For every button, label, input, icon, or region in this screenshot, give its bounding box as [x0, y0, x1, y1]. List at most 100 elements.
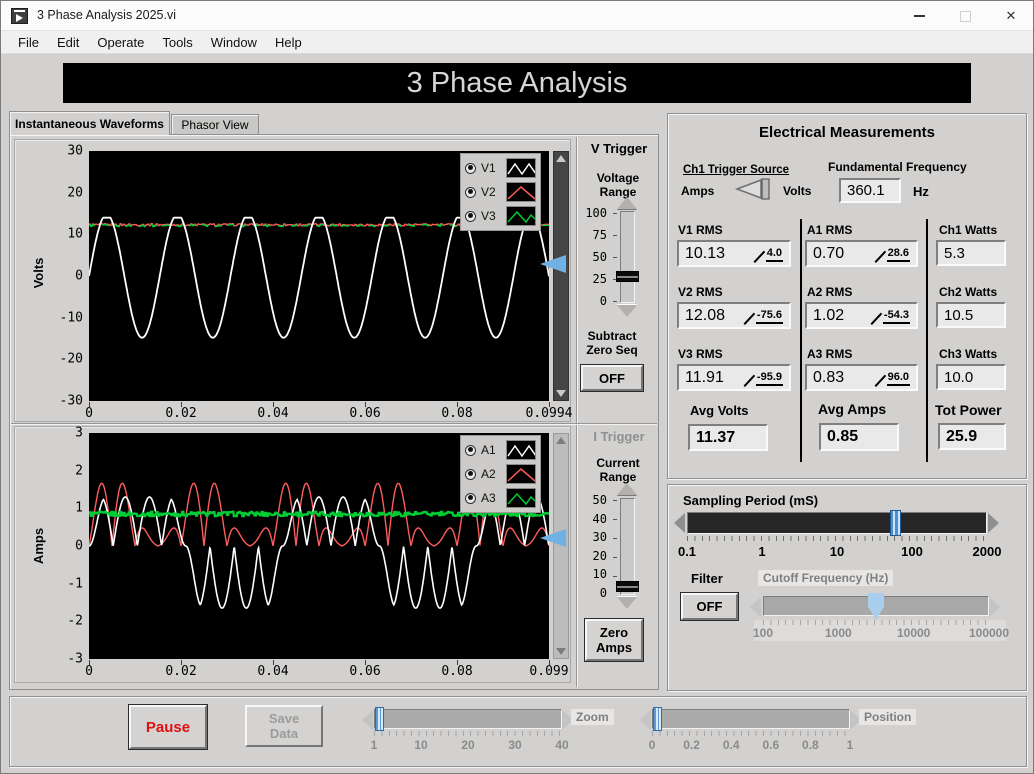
current-range-label: Current Range [596, 456, 640, 484]
cutoff-increment-icon[interactable] [989, 597, 1000, 617]
plot-visibility-radio-icon[interactable] [465, 492, 476, 504]
scale-label: -2 [67, 613, 83, 629]
menu-help[interactable]: Help [266, 31, 311, 53]
plot-visibility-radio-icon[interactable] [465, 444, 476, 456]
v3-rms-label: V3 RMS [678, 347, 723, 361]
scroll-up-icon [556, 155, 566, 162]
menubar: File Edit Operate Tools Window Help [1, 31, 1033, 54]
voltage-range-slider-handle[interactable] [616, 271, 639, 282]
legend-item-V2[interactable]: V2 [465, 181, 536, 203]
zoom-slider[interactable] [374, 709, 562, 729]
current-chart-scrollbar[interactable] [553, 433, 569, 659]
current-range-slider-handle[interactable] [616, 581, 639, 592]
legend-item-A2[interactable]: A2 [465, 463, 536, 485]
trigger-source-amps-option: Amps [681, 184, 715, 198]
menu-file[interactable]: File [9, 31, 48, 53]
v1-phase-angle: 4.0 [755, 246, 783, 262]
tab-instantaneous-waveforms[interactable]: Instantaneous Waveforms [9, 111, 170, 135]
legend-item-A1[interactable]: A1 [465, 439, 536, 461]
tot-power-label: Tot Power [935, 402, 1002, 418]
pause-button[interactable]: Pause [129, 705, 207, 749]
cutoff-frequency-label: Cutoff Frequency (Hz) [758, 570, 894, 586]
scale-label: 1 [370, 738, 378, 752]
zoom-slider-handle[interactable] [375, 707, 384, 731]
plot-visibility-radio-icon[interactable] [465, 186, 476, 198]
menu-operate[interactable]: Operate [88, 31, 153, 53]
subtract-zero-seq-label: Subtract Zero Seq [586, 329, 638, 357]
scale-label: 30 [592, 530, 607, 545]
subtract-zero-seq-button[interactable]: OFF [581, 365, 643, 391]
a1-rms-value: 0.70 28.6 [805, 240, 918, 267]
scale-label: 10 [67, 226, 83, 242]
sampling-period-slider[interactable] [687, 512, 987, 534]
current-range-increment-icon[interactable] [617, 483, 637, 495]
cutoff-decrement-icon[interactable] [750, 597, 761, 617]
scale-label: 1 [846, 738, 854, 752]
menu-tools[interactable]: Tools [153, 31, 201, 53]
scale-label: 100000 [968, 626, 1010, 640]
voltage-range-increment-icon[interactable] [617, 197, 637, 209]
zero-amps-button[interactable]: Zero Amps [585, 619, 643, 661]
scale-label: 0.06 [349, 406, 381, 421]
plot-visibility-radio-icon[interactable] [465, 210, 476, 222]
zoom-decrement-icon[interactable] [362, 710, 373, 730]
angle-icon [745, 311, 756, 324]
voltage-x-axis-scale: 0 0.02 0.04 0.06 0.08 0.0994 [85, 406, 572, 422]
scroll-down-icon [556, 390, 566, 397]
position-tick-marks [652, 731, 850, 736]
tab-phasor-view[interactable]: Phasor View [171, 114, 259, 135]
legend-label: A1 [481, 443, 496, 457]
legend-line-sample [506, 464, 536, 484]
current-range-decrement-icon[interactable] [617, 597, 637, 609]
ch2-watts-value: 10.5 [936, 302, 1006, 328]
close-button[interactable]: ✕ [988, 1, 1033, 31]
legend-item-A3[interactable]: A3 [465, 487, 536, 509]
a3-phase-angle: 96.0 [876, 370, 910, 386]
scale-label: 1 [75, 500, 83, 516]
plot-visibility-radio-icon[interactable] [465, 162, 476, 174]
position-slider-handle[interactable] [653, 707, 662, 731]
sampling-slider-handle[interactable] [890, 510, 901, 536]
voltage-range-decrement-icon[interactable] [617, 305, 637, 317]
labview-app-icon [11, 8, 28, 24]
scale-label: 0.02 [165, 664, 197, 679]
voltage-range-tick-marks [613, 213, 617, 303]
fundamental-frequency-number: 360.1 [847, 182, 885, 199]
trigger-source-switch-icon[interactable] [734, 178, 778, 200]
scale-label: 0 [599, 586, 607, 600]
sampling-increment-icon[interactable] [988, 513, 999, 533]
current-chart-legend: A1 A2 A3 [460, 435, 541, 513]
position-decrement-icon[interactable] [640, 710, 651, 730]
scale-label: 0.08 [441, 406, 473, 421]
voltage-range-slider[interactable] [620, 211, 635, 303]
scroll-down-icon [556, 648, 566, 655]
plot-visibility-radio-icon[interactable] [465, 468, 476, 480]
column-divider [926, 219, 928, 462]
ch3-watts-label: Ch3 Watts [939, 347, 998, 361]
filter-off-button[interactable]: OFF [681, 593, 738, 620]
minimize-button[interactable] [896, 1, 942, 31]
legend-item-V3[interactable]: V3 [465, 205, 536, 227]
menu-edit[interactable]: Edit [48, 31, 88, 53]
legend-item-V1[interactable]: V1 [465, 157, 536, 179]
a3-rms-value: 0.83 96.0 [805, 364, 918, 391]
menu-window[interactable]: Window [202, 31, 266, 53]
a2-rms-number: 1.02 [813, 306, 845, 324]
scale-label: 100 [585, 206, 607, 220]
avg-volts-label: Avg Volts [690, 403, 749, 418]
avg-volts-value: 11.37 [688, 424, 768, 451]
scale-label: 1000 [824, 626, 852, 640]
v2-rms-label: V2 RMS [678, 285, 723, 299]
position-slider[interactable] [652, 709, 850, 729]
voltage-chart-legend: V1 V2 V3 [460, 153, 541, 231]
scale-label: 0.04 [257, 406, 289, 421]
maximize-button[interactable] [942, 1, 988, 31]
sampling-tick-marks [687, 536, 987, 541]
scale-label: 0.4 [722, 738, 740, 752]
v3-angle-number: -95.9 [755, 370, 783, 386]
voltage-range-scale: 100 75 50 25 0 [579, 206, 609, 308]
scale-label: 75 [592, 228, 607, 242]
scale-label: -1 [67, 576, 83, 592]
sampling-decrement-icon[interactable] [674, 513, 685, 533]
voltage-chart-scrollbar[interactable] [553, 151, 569, 401]
